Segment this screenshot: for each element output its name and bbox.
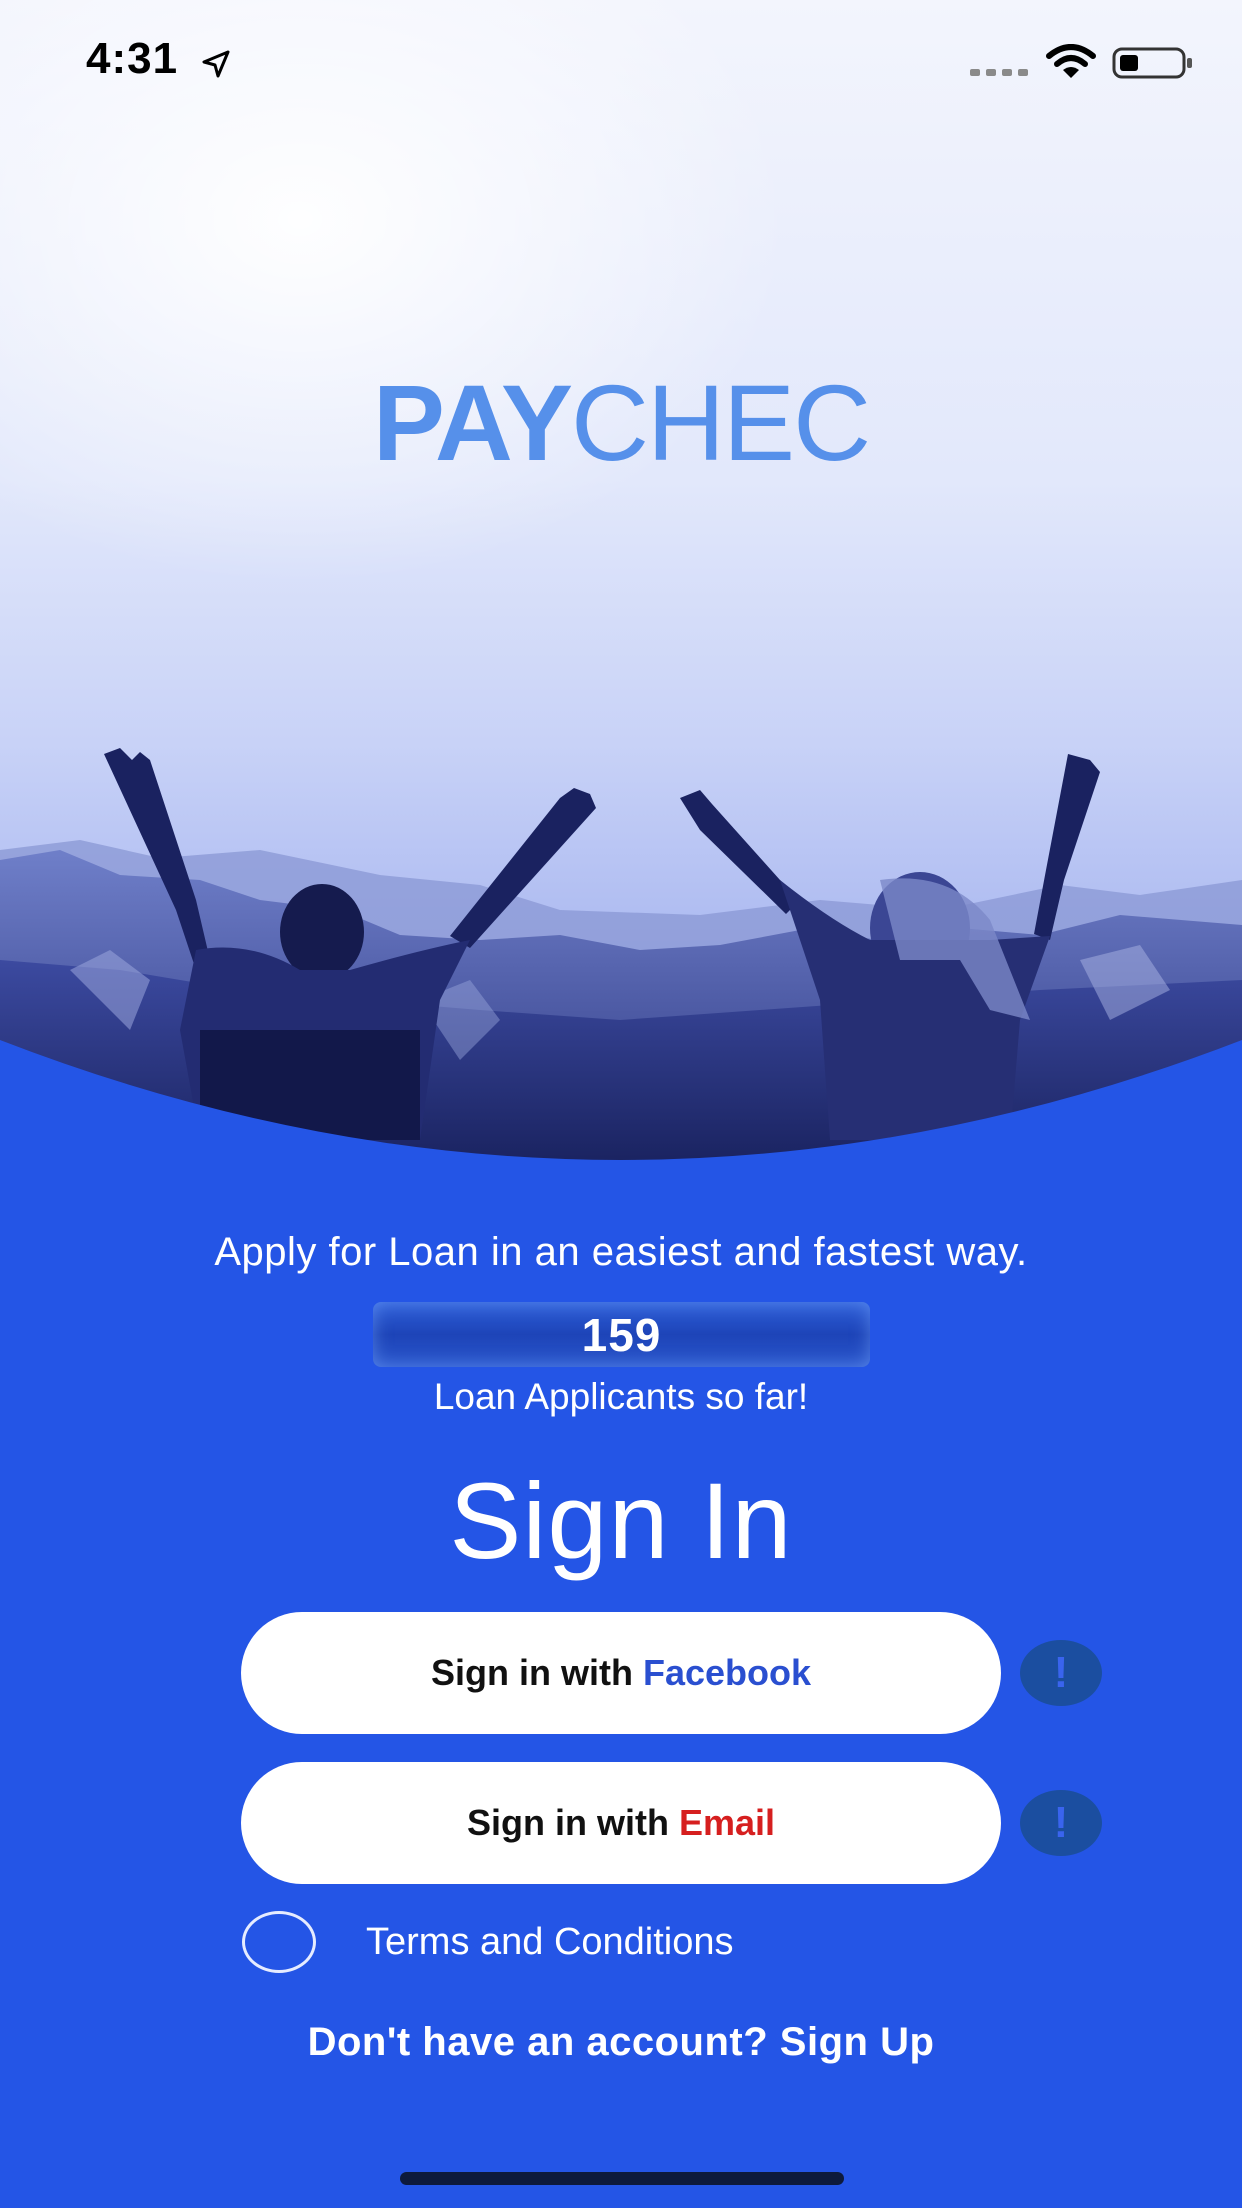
sign-up-link[interactable]: Don't have an account? Sign Up: [0, 2020, 1242, 2065]
status-bar: 4:31: [0, 0, 1242, 130]
email-button-provider: Email: [678, 1802, 776, 1843]
sign-in-title: Sign In: [449, 1460, 793, 1581]
home-indicator: [400, 2172, 844, 2185]
terms-link[interactable]: Terms and Conditions: [366, 1921, 734, 1964]
sign-in-email-button[interactable]: Sign in with Email: [241, 1762, 1001, 1884]
tagline: Apply for Loan in an easiest and fastest…: [214, 1230, 1028, 1274]
sign-in-facebook-button[interactable]: Sign in with Facebook: [241, 1612, 1001, 1734]
status-time: 4:31: [86, 34, 179, 83]
applicant-caption: Loan Applicants so far!: [433, 1376, 809, 1417]
facebook-button-provider: Facebook: [642, 1652, 812, 1693]
facebook-button-prefix: Sign in with: [430, 1652, 633, 1693]
panel-curve: [0, 1040, 1242, 1220]
wifi-icon: [1046, 44, 1096, 78]
facebook-info-glyph: !: [1053, 1648, 1069, 1697]
applicant-count: 159: [581, 1308, 662, 1361]
applicant-counter: 159: [373, 1302, 870, 1367]
logo-chec: CHEC: [571, 362, 871, 483]
email-info-icon[interactable]: !: [1020, 1790, 1102, 1856]
logo-pay: PAY: [372, 362, 573, 483]
email-button-prefix: Sign in with: [466, 1802, 669, 1843]
cellular-signal-icon: [970, 69, 1028, 76]
battery-icon: [1112, 47, 1192, 79]
terms-radio-button[interactable]: [242, 1911, 316, 1973]
app-logo: PAYCHEC: [0, 360, 1242, 485]
email-info-glyph: !: [1053, 1798, 1069, 1847]
facebook-info-icon[interactable]: !: [1020, 1640, 1102, 1706]
location-arrow-icon: [202, 50, 230, 78]
